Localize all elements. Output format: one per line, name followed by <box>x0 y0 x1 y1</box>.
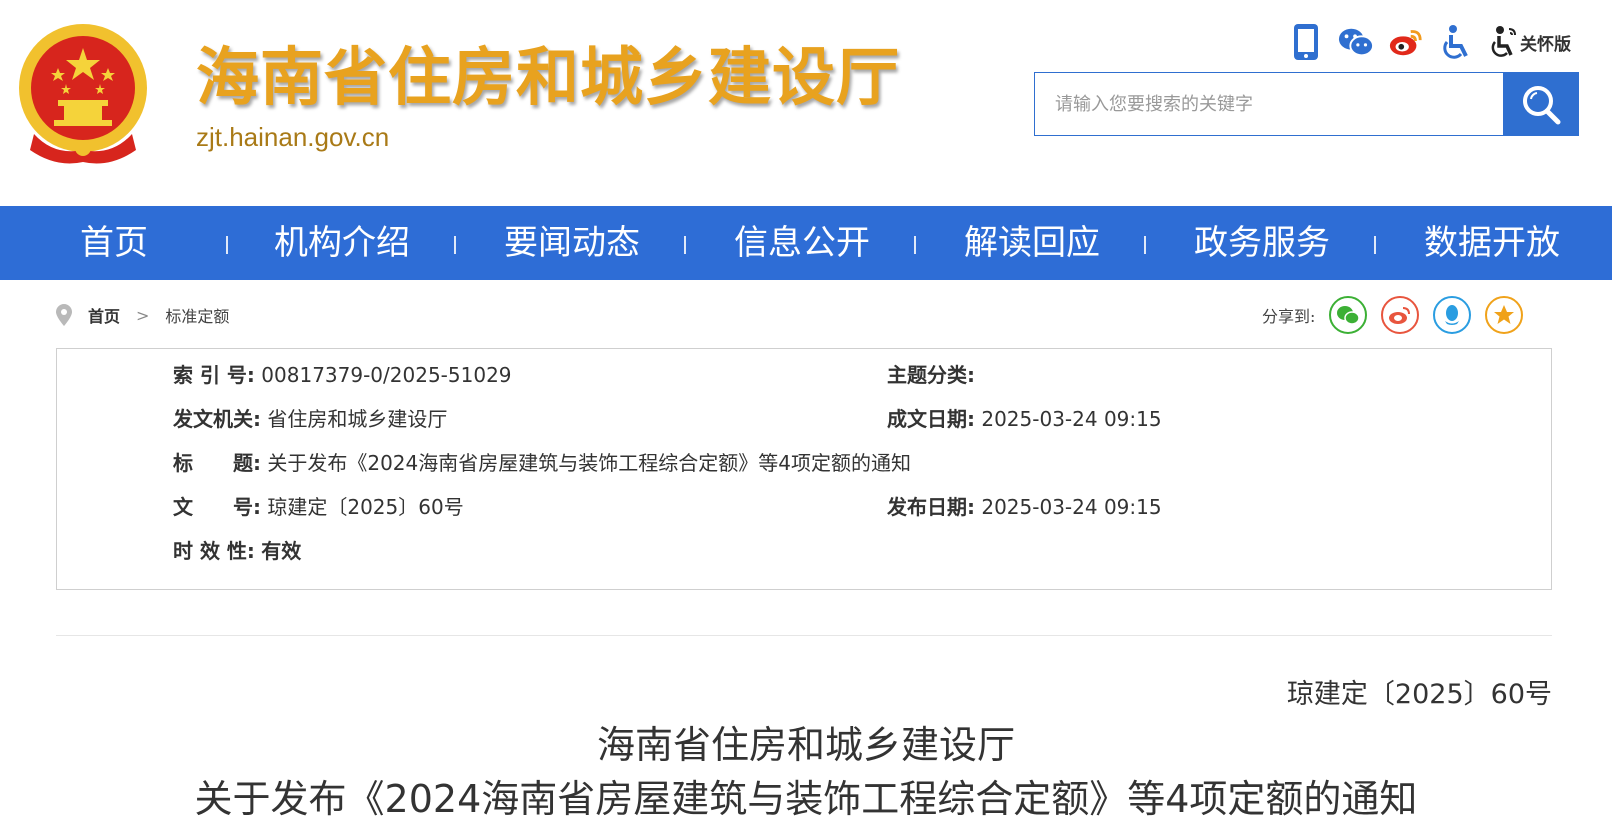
qq-icon <box>1445 305 1460 325</box>
info-issuer-row: 发文机关: 省住房和城乡建设厅 <box>173 403 447 432</box>
main-nav: 首页 机构介绍 要闻动态 信息公开 解读回应 政务服务 数据开放 <box>0 206 1612 280</box>
docno-label: 文 号: <box>173 495 261 519</box>
elder-care-icon <box>1491 26 1516 57</box>
nav-item-open-data[interactable]: 数据开放 <box>1424 206 1560 280</box>
weibo-icon[interactable] <box>1388 24 1424 60</box>
created-date-value: 2025-03-24 09:15 <box>981 407 1162 431</box>
title-value: 关于发布《2024海南省房屋建筑与装饰工程综合定额》等4项定额的通知 <box>267 451 911 475</box>
nav-item-news[interactable]: 要闻动态 <box>504 206 640 280</box>
created-date-label: 成文日期: <box>887 407 975 431</box>
breadcrumb-current[interactable]: 标准定额 <box>165 303 229 327</box>
site-domain: zjt.hainan.gov.cn <box>196 122 390 152</box>
index-label: 索 引 号: <box>173 363 255 387</box>
accessibility-icon[interactable] <box>1438 24 1474 60</box>
elder-care-label: 关怀版 <box>1520 34 1571 55</box>
national-emblem-icon <box>19 24 147 164</box>
nav-separator <box>684 236 686 254</box>
validity-label: 时 效 性: <box>173 539 255 563</box>
nav-separator <box>226 236 228 254</box>
info-index-row: 索 引 号: 00817379-0/2025-51029 <box>173 359 512 388</box>
wechat-icon <box>1337 306 1361 325</box>
nav-separator <box>1374 236 1376 254</box>
info-published-row: 发布日期: 2025-03-24 09:15 <box>887 491 1162 520</box>
share-weibo-button[interactable] <box>1381 296 1420 334</box>
info-created-row: 成文日期: 2025-03-24 09:15 <box>887 403 1162 432</box>
share-label: 分享到: <box>1262 307 1316 326</box>
search-button[interactable] <box>1503 72 1579 136</box>
share-favorite-button[interactable] <box>1485 296 1524 334</box>
published-date-value: 2025-03-24 09:15 <box>981 495 1162 519</box>
title-label: 标 题: <box>173 451 261 475</box>
nav-item-about[interactable]: 机构介绍 <box>274 206 410 280</box>
site-header: 海南省住房和城乡建设厅 zjt.hainan.gov.cn 关怀版 <box>0 0 1612 206</box>
nav-separator <box>914 236 916 254</box>
nav-item-interpretation[interactable]: 解读回应 <box>964 206 1100 280</box>
wechat-icon[interactable] <box>1338 24 1374 60</box>
issuer-label: 发文机关: <box>173 407 261 431</box>
info-validity-row: 时 效 性: 有效 <box>173 535 301 564</box>
search-icon <box>1523 86 1561 125</box>
nav-item-disclosure[interactable]: 信息公开 <box>734 206 870 280</box>
mobile-icon[interactable] <box>1288 24 1324 60</box>
issuer-value: 省住房和城乡建设厅 <box>267 407 448 431</box>
nav-item-services[interactable]: 政务服务 <box>1194 206 1330 280</box>
share-wechat-button[interactable] <box>1329 296 1368 334</box>
top-toolbar: 关怀版 <box>1288 22 1571 62</box>
docno-value: 琼建定〔2025〕60号 <box>267 495 464 519</box>
validity-value: 有效 <box>261 539 302 563</box>
published-date-label: 发布日期: <box>887 495 975 519</box>
document-title-line1: 海南省住房和城乡建设厅 <box>596 723 1015 767</box>
star-icon <box>1494 305 1515 324</box>
site-title: 海南省住房和城乡建设厅 <box>196 41 900 114</box>
breadcrumb-separator: > <box>136 305 150 325</box>
document-info-table: 索 引 号: 00817379-0/2025-51029 主题分类: 发文机关:… <box>56 348 1552 590</box>
share-qq-button[interactable] <box>1433 296 1472 334</box>
index-value: 00817379-0/2025-51029 <box>261 363 512 387</box>
share-bar: 分享到: <box>1262 296 1524 334</box>
info-docno-row: 文 号: 琼建定〔2025〕60号 <box>173 491 464 520</box>
info-subject-row: 主题分类: <box>887 359 975 388</box>
weibo-icon <box>1389 307 1411 324</box>
subject-label: 主题分类: <box>887 363 975 387</box>
nav-separator <box>1144 236 1146 254</box>
info-title-row: 标 题: 关于发布《2024海南省房屋建筑与装饰工程综合定额》等4项定额的通知 <box>173 447 911 476</box>
search-box <box>1034 72 1504 136</box>
search-input[interactable] <box>1035 73 1503 135</box>
location-pin-icon <box>56 304 72 326</box>
elder-care-link[interactable]: 关怀版 <box>1490 25 1571 59</box>
breadcrumb-home[interactable]: 首页 <box>88 303 120 327</box>
document-title-line2: 关于发布《2024海南省房屋建筑与装饰工程综合定额》等4项定额的通知 <box>194 777 1418 821</box>
nav-item-home[interactable]: 首页 <box>80 206 148 280</box>
breadcrumb: 首页 > 标准定额 <box>56 300 229 330</box>
nav-separator <box>454 236 456 254</box>
document-number: 琼建定〔2025〕60号 <box>1286 679 1552 710</box>
content-divider <box>56 635 1552 636</box>
